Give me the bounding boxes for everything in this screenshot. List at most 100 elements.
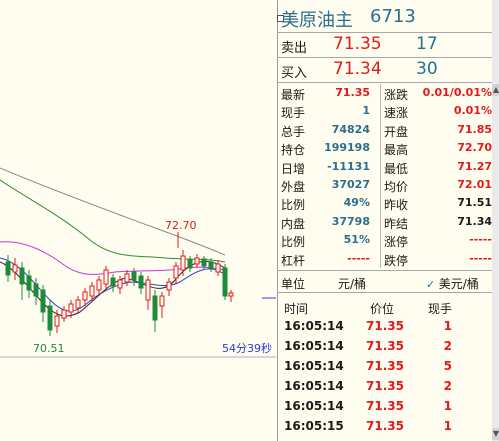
tick-row: 16:05:14 71.35 1 [278,396,499,416]
stat-row: 比例 51% 涨停 ----- [278,231,499,250]
candle-body [138,275,144,289]
stat-value-left: 37798 [331,214,370,228]
stats-column-divider [380,84,381,268]
tick-row: 16:05:15 71.35 1 [278,416,499,436]
tick-row: 16:05:14 71.35 2 [278,336,499,356]
tick-price: 71.35 [366,399,404,413]
candle-body [96,279,102,291]
tick-qty: 1 [443,419,452,433]
tick-row: 16:05:14 71.35 1 [278,316,499,336]
candle-body [166,281,172,291]
tick-qty: 1 [443,319,452,333]
stat-value-right: 71.51 [457,196,492,210]
tick-price: 71.35 [366,319,404,333]
countdown-label: 54分39秒 [222,341,272,355]
candle-body [33,283,39,297]
bid-row[interactable]: 买入 71.34 30 [278,57,499,83]
ticks-header-time: 时间 [284,302,309,316]
unit-row: 单位 元/桶 ✓ 美元/桶 [278,272,499,292]
candle-body [12,264,18,273]
stat-value-right: 0.01/0.01% [422,86,492,99]
candle-body [61,309,67,319]
candle-body [54,315,60,327]
bid-volume: 30 [416,59,438,79]
candle-body [103,269,109,285]
stat-value-left: 199198 [324,141,370,155]
tick-row: 16:05:14 71.35 5 [278,356,499,376]
stat-value-right: 72.01 [457,178,492,191]
candle-body [19,267,25,285]
stat-value-right: 71.34 [457,214,492,228]
stat-row: 杠杆 ----- 跌停 ----- [278,250,499,269]
candle-body [124,273,130,283]
candle-body [68,303,74,313]
divider [278,292,499,293]
tick-qty: 2 [443,339,452,353]
ask-row[interactable]: 卖出 71.35 17 [278,32,499,58]
ma-magenta-line [0,241,226,275]
stat-value-left: 37027 [331,178,370,191]
ticks-scrollbar[interactable] [492,0,499,441]
stat-value-right: ----- [469,251,492,265]
ask-price: 71.35 [333,34,382,54]
tick-qty: 5 [443,359,452,373]
ask-volume: 17 [416,34,438,54]
candle-body [215,263,221,273]
candle-body [47,305,53,331]
tick-row: 16:05:14 71.35 2 [278,376,499,396]
candle-body [82,291,88,301]
tick-time: 16:05:15 [284,419,344,433]
stat-value-left: 71.35 [335,86,370,99]
stat-row: 持仓 199198 最高 72.70 [278,139,499,158]
candle-body [194,257,200,265]
scroll-down-icon[interactable]: ▼ [492,428,499,440]
ticks-header-price: 价位 [370,302,395,316]
tick-time: 16:05:14 [284,359,344,373]
chart-canvas[interactable]: 72.70 70.51 54分39秒 [0,0,276,441]
candle-body [173,265,179,279]
instrument-title: 美原油主 6713 [278,6,499,31]
candle-body [208,261,214,269]
tick-time: 16:05:14 [284,339,344,353]
tick-price: 71.35 [366,339,404,353]
stat-value-right: 71.85 [457,122,492,136]
stat-row: 现手 1 速涨 0.01% [278,102,499,121]
stat-value-right: 0.01% [453,104,492,118]
ask-label: 卖出 [281,41,308,56]
candlestick-chart[interactable]: 72.70 70.51 54分39秒 [0,0,276,441]
candle-body [222,267,228,297]
tick-time: 16:05:14 [284,399,344,413]
ma-gray-line [0,167,226,256]
ticks-header: 时间 价位 现手 [278,298,499,316]
stat-value-left: -11131 [327,159,370,173]
stat-row: 总手 74824 开盘 71.85 [278,121,499,140]
bid-price: 71.34 [333,59,382,79]
currency-toggle[interactable]: ✓ 美元/桶 [426,275,479,292]
stat-value-right: ----- [469,233,492,247]
candle-body [110,277,116,287]
stat-value-right: 71.27 [457,159,492,173]
stat-value-left: ----- [347,251,370,265]
tick-price: 71.35 [366,379,404,393]
tick-time: 16:05:14 [284,379,344,393]
quote-panel: 美原油主 6713 卖出 71.35 17 买入 71.34 30 最新 71.3… [277,0,499,441]
candle-body [26,275,32,291]
chart-high-label: 72.70 [165,219,197,232]
tick-price: 71.35 [366,359,404,373]
candle-body [131,271,137,281]
candle-body [187,259,193,269]
instrument-code: 6713 [370,6,416,27]
scroll-up-icon[interactable]: ▲ [492,84,499,96]
instrument-name: 美原油主 [281,10,353,31]
candle-body [117,279,123,289]
tick-qty: 2 [443,379,452,393]
stat-value-left: 1 [362,104,370,118]
tick-price: 71.35 [366,419,404,433]
candle-body [5,261,11,276]
candle-body [40,289,46,313]
candle-body [228,292,234,297]
stat-value-left: 74824 [331,122,370,136]
candle-body [75,299,81,309]
unit-value: 元/桶 [338,277,367,291]
panel-toggle-icon[interactable] [277,15,284,22]
